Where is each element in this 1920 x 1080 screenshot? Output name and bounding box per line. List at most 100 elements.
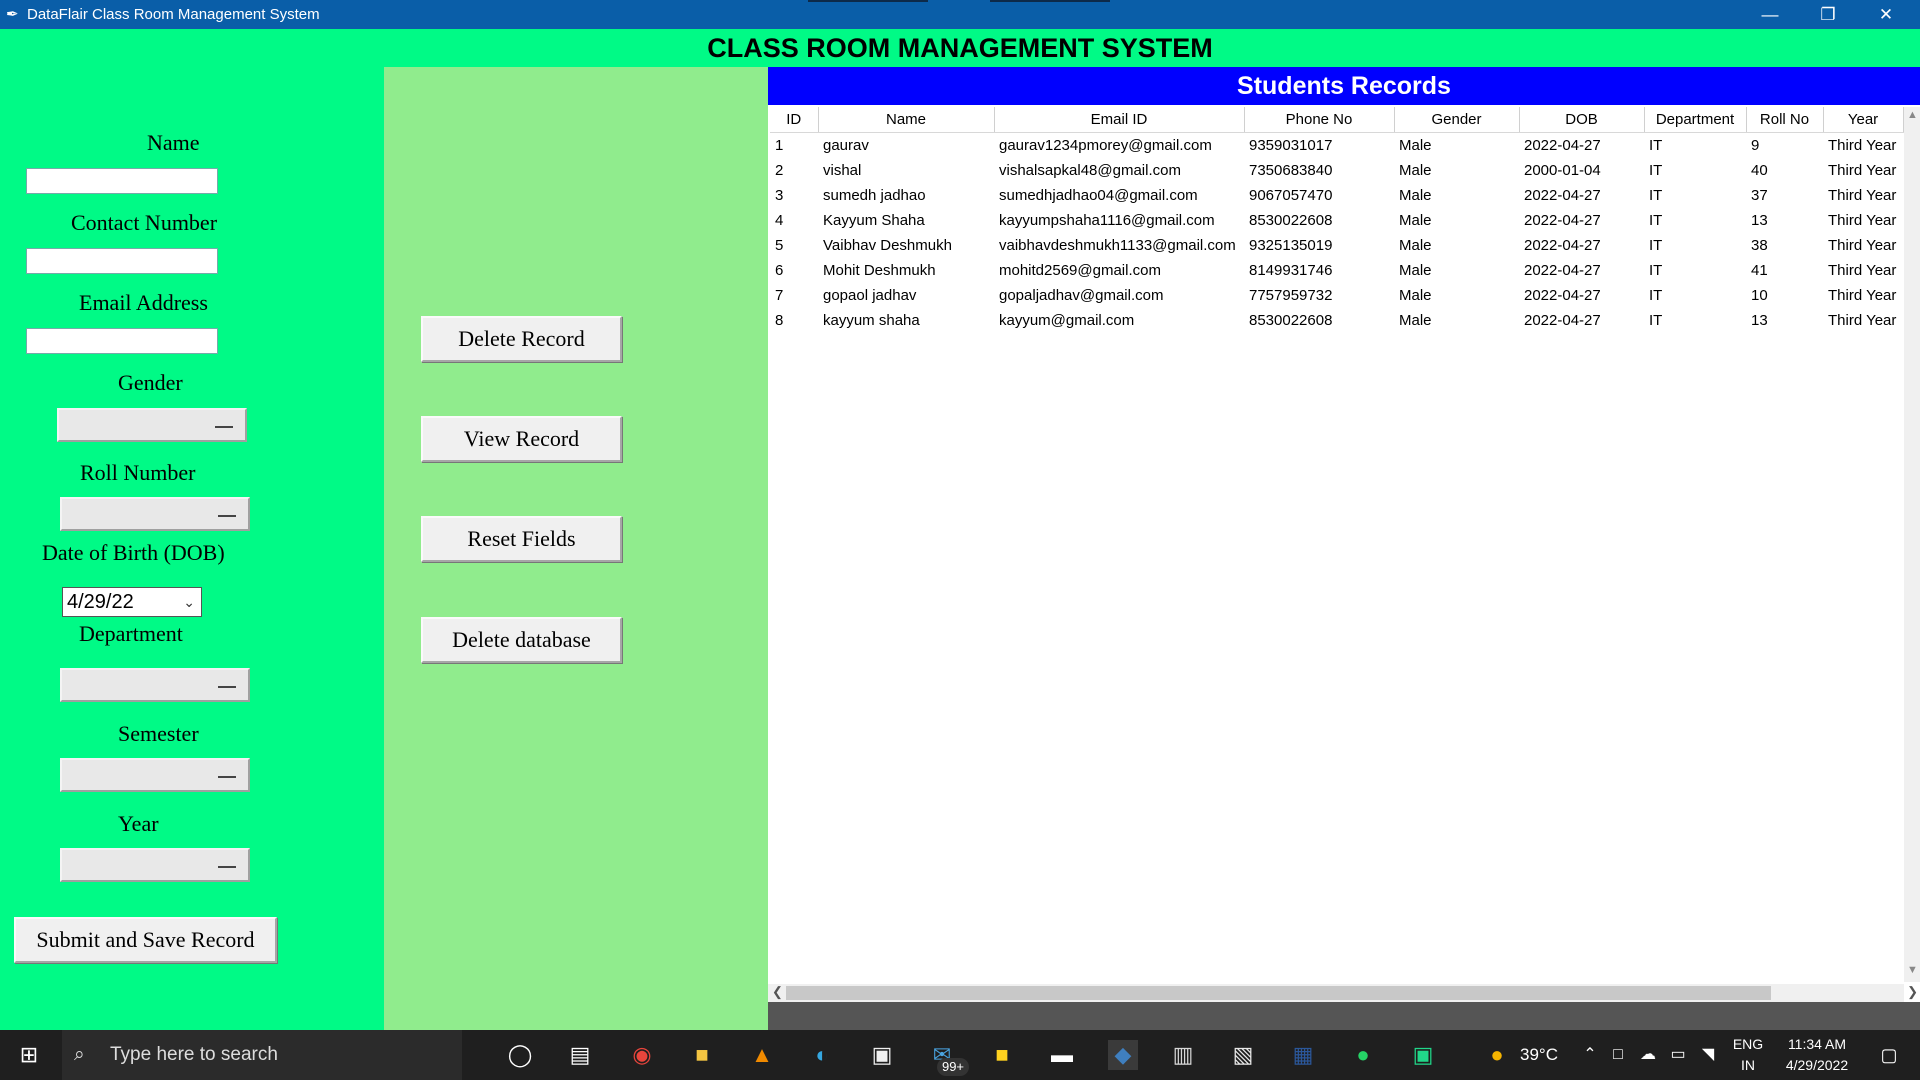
year-dropdown[interactable] [60,848,250,882]
column-header-year[interactable]: Year [1823,107,1904,133]
horizontal-scrollbar[interactable]: ❮ ❯ [768,984,1918,1002]
column-header-email[interactable]: Email ID [994,107,1245,133]
cell-dob: 2022-04-27 [1524,187,1601,204]
python-file-icon[interactable]: ▧ [1228,1040,1258,1070]
cell-phone: 9359031017 [1249,137,1333,154]
delete-database-button[interactable]: Delete database [421,617,622,663]
language-code[interactable]: ENG [1728,1036,1768,1052]
cell-roll-no: 13 [1751,312,1768,329]
word-icon[interactable]: ▦ [1288,1040,1318,1070]
cell-department: IT [1649,262,1663,279]
cell-id: 5 [775,237,784,254]
table-row[interactable]: 6 Mohit Deshmukh mohitd2569@gmail.com 81… [770,258,1903,283]
search-icon: ⌕ [74,1044,85,1065]
cell-gender: Male [1399,237,1432,254]
cloud-icon[interactable]: ☁ [1633,1040,1663,1070]
page-title: CLASS ROOM MANAGEMENT SYSTEM [707,33,1213,63]
scroll-right-icon[interactable]: ❯ [1907,984,1918,1000]
cell-id: 3 [775,187,784,204]
windows-start-icon[interactable]: ⊞ [14,1040,44,1070]
clock-time[interactable]: 11:34 AM [1772,1036,1862,1052]
terminal-icon[interactable]: ▬ [1047,1040,1077,1070]
sticky-notes-icon[interactable]: ■ [987,1040,1017,1070]
cell-phone: 8149931746 [1249,262,1333,279]
contact-number-input[interactable] [26,248,218,274]
dropdown-arrow-icon [218,776,236,778]
scroll-up-icon[interactable]: ▲ [1907,109,1918,121]
submit-save-record-button[interactable]: Submit and Save Record [14,917,277,963]
scroll-down-icon[interactable]: ▼ [1907,964,1918,976]
restore-button[interactable]: ❐ [1800,0,1856,29]
reset-fields-button[interactable]: Reset Fields [421,516,622,562]
cell-year: Third Year [1828,287,1897,304]
cell-email: gaurav1234pmorey@gmail.com [999,137,1212,154]
delete-record-button[interactable]: Delete Record [421,316,622,362]
chevron-up-icon[interactable]: ⌃ [1575,1040,1605,1070]
cell-dob: 2000-01-04 [1524,162,1601,179]
notifications-icon[interactable]: ▢ [1874,1040,1904,1070]
column-header-id[interactable]: ID [770,107,819,133]
meet-now-icon[interactable]: □ [1603,1040,1633,1070]
minimize-button[interactable]: — [1742,0,1798,29]
year-label: Year [118,811,159,836]
scroll-left-icon[interactable]: ❮ [772,984,783,1000]
battery-icon[interactable]: ▭ [1663,1040,1693,1070]
cell-gender: Male [1399,312,1432,329]
column-header-name[interactable]: Name [818,107,995,133]
cell-year: Third Year [1828,212,1897,229]
table-row[interactable]: 1 gaurav gaurav1234pmorey@gmail.com 9359… [770,133,1903,159]
column-header-gender[interactable]: Gender [1394,107,1520,133]
cell-department: IT [1649,137,1663,154]
taskbar-search[interactable]: ⌕ Type here to search [62,1030,462,1080]
store-icon[interactable]: ▣ [867,1040,897,1070]
cell-email: sumedhjadhao04@gmail.com [999,187,1198,204]
cell-phone: 8530022608 [1249,212,1333,229]
table-row[interactable]: 4 Kayyum Shaha kayyumpshaha1116@gmail.co… [770,208,1903,233]
chrome-icon[interactable]: ◉ [627,1040,657,1070]
cell-phone: 7757959732 [1249,287,1333,304]
cell-department: IT [1649,312,1663,329]
cell-roll-no: 40 [1751,162,1768,179]
task-view-icon[interactable]: ▤ [565,1040,595,1070]
semester-dropdown[interactable] [60,758,250,792]
table-row[interactable]: 8 kayyum shaha kayyum@gmail.com 85300226… [770,308,1903,333]
vertical-scrollbar[interactable]: ▲ ▼ [1904,107,1920,982]
cell-roll-no: 38 [1751,237,1768,254]
gender-label: Gender [118,370,183,395]
cortana-icon[interactable]: ◯ [505,1040,535,1070]
table-row[interactable]: 3 sumedh jadhao sumedhjadhao04@gmail.com… [770,183,1903,208]
python-icon[interactable]: ◆ [1108,1040,1138,1070]
vlc-icon[interactable]: ▲ [747,1040,777,1070]
whatsapp-icon[interactable]: ● [1348,1040,1378,1070]
close-button[interactable]: ✕ [1858,0,1914,29]
table-row[interactable]: 5 Vaibhav Deshmukh vaibhavdeshmukh1133@g… [770,233,1903,258]
pycharm-icon[interactable]: ▣ [1408,1040,1438,1070]
dob-date-picker[interactable]: 4/29/22 ⌄ [62,587,202,617]
window-title: DataFlair Class Room Management System [27,6,320,23]
file-explorer-icon[interactable]: ■ [687,1040,717,1070]
column-header-phone[interactable]: Phone No [1244,107,1395,133]
weather-temperature[interactable]: 39°C [1520,1045,1558,1065]
weather-sun-icon[interactable]: ● [1482,1040,1512,1070]
email-address-input[interactable] [26,328,218,354]
column-header-department[interactable]: Department [1644,107,1747,133]
roll-number-dropdown[interactable] [60,497,250,531]
view-record-button[interactable]: View Record [421,416,622,462]
scrollbar-thumb[interactable] [786,986,1771,1000]
region-code[interactable]: IN [1728,1057,1768,1073]
table-row[interactable]: 7 gopaol jadhav gopaljadhav@gmail.com 77… [770,283,1903,308]
column-header-roll-no[interactable]: Roll No [1746,107,1824,133]
cell-year: Third Year [1828,137,1897,154]
cell-email: vaibhavdeshmukh1133@gmail.com [999,237,1236,254]
gender-dropdown[interactable] [57,408,247,442]
name-input[interactable] [26,168,218,194]
edge-icon[interactable]: ◐ [807,1040,837,1070]
cell-name: Vaibhav Deshmukh [823,237,952,254]
wifi-icon[interactable]: ◥ [1693,1040,1723,1070]
table-row[interactable]: 2 vishal vishalsapkal48@gmail.com 735068… [770,158,1903,183]
department-dropdown[interactable] [60,668,250,702]
cell-dob: 2022-04-27 [1524,312,1601,329]
column-header-dob[interactable]: DOB [1519,107,1645,133]
app-s-icon[interactable]: ▥ [1168,1040,1198,1070]
clock-date[interactable]: 4/29/2022 [1772,1057,1862,1073]
